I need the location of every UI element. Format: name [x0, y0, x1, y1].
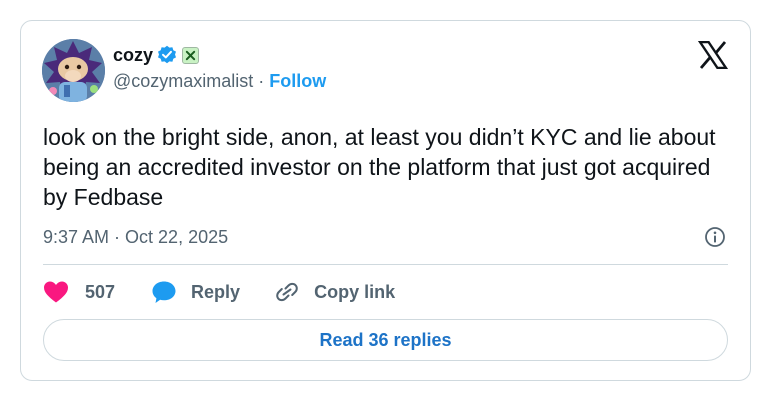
time-separator: ·: [114, 227, 121, 247]
reply-label: Reply: [191, 281, 241, 302]
copy-link-label: Copy link: [314, 281, 396, 302]
x-logo-icon[interactable]: [697, 40, 729, 70]
display-name[interactable]: cozy: [113, 45, 153, 66]
read-replies-button[interactable]: Read 36 replies: [43, 319, 728, 361]
affiliate-badge-icon[interactable]: [182, 46, 200, 64]
like-button[interactable]: 507: [43, 280, 115, 304]
divider: [43, 264, 728, 265]
tweet-card[interactable]: cozy @cozymaximalist · Follow look on th…: [20, 20, 751, 381]
verified-badge-icon: [157, 45, 177, 65]
separator-dot: ·: [258, 71, 265, 91]
handle[interactable]: @cozymaximalist: [113, 71, 253, 92]
reply-button[interactable]: Reply: [151, 280, 240, 304]
action-bar: 507 Reply Copy link: [43, 278, 395, 306]
tweet-date: Oct 22, 2025: [125, 227, 229, 247]
info-icon[interactable]: [704, 226, 726, 248]
tweet-time: 9:37 AM: [43, 227, 110, 247]
follow-button[interactable]: Follow: [269, 71, 326, 92]
timestamp[interactable]: 9:37 AM · Oct 22, 2025: [43, 227, 228, 248]
heart-icon: [43, 280, 69, 304]
tweet-text: look on the bright side, anon, at least …: [43, 124, 716, 210]
link-icon: [274, 280, 300, 304]
avatar[interactable]: [42, 39, 105, 102]
copy-link-button[interactable]: Copy link: [274, 280, 395, 304]
like-count: 507: [85, 281, 116, 302]
speech-bubble-icon: [151, 280, 177, 304]
